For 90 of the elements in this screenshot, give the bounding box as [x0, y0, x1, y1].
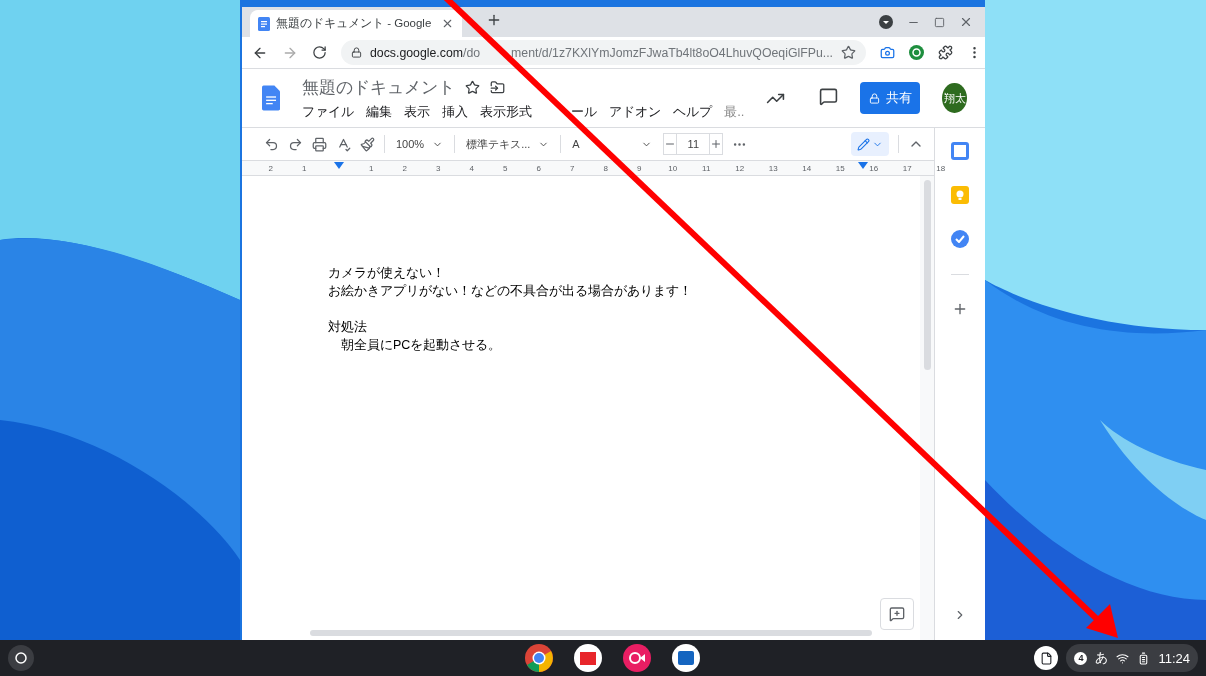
- font-dropdown[interactable]: A: [570, 138, 655, 150]
- file-icon[interactable]: [1034, 646, 1059, 670]
- explore-button[interactable]: [880, 598, 914, 630]
- add-icon[interactable]: [952, 301, 968, 317]
- new-tab-icon[interactable]: [486, 12, 502, 28]
- ruler-number: 2: [268, 163, 273, 173]
- ruler-number: 1: [369, 163, 374, 173]
- menu-item[interactable]: 編集: [366, 102, 393, 121]
- ruler-number: 7: [570, 163, 575, 173]
- ruler-number: 1: [302, 163, 307, 173]
- pencil-icon: [857, 137, 870, 151]
- ruler-number: 17: [902, 163, 912, 173]
- star-icon[interactable]: [465, 79, 481, 95]
- sparkle-icon: [889, 606, 905, 622]
- ruler-number: 18: [936, 163, 946, 173]
- url-host: docs.google.com: [370, 45, 463, 60]
- calendar-icon[interactable]: [951, 142, 969, 160]
- undo-icon[interactable]: [264, 136, 279, 152]
- close-icon[interactable]: [959, 15, 973, 29]
- clock-time: 11:24: [1158, 650, 1190, 666]
- menu-item[interactable]: 表示: [404, 102, 431, 121]
- launcher-button[interactable]: [8, 645, 34, 671]
- camera-app-icon[interactable]: [622, 643, 652, 673]
- share-button[interactable]: 共有: [860, 82, 921, 114]
- profile-icon[interactable]: [879, 15, 893, 29]
- increase-size-icon[interactable]: [710, 138, 723, 150]
- reload-icon[interactable]: [312, 45, 327, 60]
- star-icon[interactable]: [841, 45, 856, 60]
- menu-item[interactable]: ヘルプ: [673, 102, 713, 121]
- move-to-folder-icon[interactable]: [490, 79, 506, 95]
- menu-item[interactable]: 挿入: [442, 102, 469, 121]
- spellcheck-icon[interactable]: [336, 136, 351, 152]
- menu-item[interactable]: アドオン: [609, 102, 662, 121]
- app-icon[interactable]: [671, 643, 701, 673]
- docs-logo-icon[interactable]: [262, 83, 281, 113]
- ruler-number: 13: [768, 163, 778, 173]
- wifi-icon: [1116, 651, 1130, 665]
- ruler-number: 2: [402, 163, 407, 173]
- comment-icon[interactable]: [819, 86, 839, 106]
- menu-item[interactable]: ファイル: [302, 102, 355, 121]
- editing-mode-button[interactable]: [851, 132, 889, 156]
- scrollbar-thumb[interactable]: [310, 630, 872, 636]
- browser-tab[interactable]: 無題のドキュメント - Google: [250, 10, 462, 37]
- lock-icon: [351, 47, 362, 58]
- puzzle-icon[interactable]: [938, 45, 953, 60]
- zoom-dropdown[interactable]: 100%: [394, 138, 446, 150]
- style-dropdown[interactable]: 標準テキス...: [464, 136, 552, 152]
- app-icon[interactable]: [573, 643, 603, 673]
- screenshot-icon[interactable]: [880, 45, 895, 60]
- document-title[interactable]: 無題のドキュメント: [302, 75, 456, 99]
- account-avatar[interactable]: 翔太: [942, 83, 967, 113]
- ruler-number: 3: [436, 163, 441, 173]
- ime-indicator: あ: [1095, 649, 1109, 667]
- indent-marker-icon[interactable]: [858, 162, 868, 169]
- ruler-number: 12: [735, 163, 745, 173]
- notification-count: 4: [1074, 651, 1088, 665]
- ruler-number: 15: [835, 163, 845, 173]
- print-icon[interactable]: [312, 136, 327, 152]
- redo-icon[interactable]: [288, 136, 303, 152]
- ruler-number: 6: [536, 163, 541, 173]
- maximize-icon[interactable]: [934, 16, 945, 28]
- ruler-number: 8: [603, 163, 608, 173]
- ruler-number: 4: [469, 163, 474, 173]
- address-bar[interactable]: docs.google.com/do ment/d/1z7KXlYmJomzFJwaTb4lt8oO4LhuvQOeqiGlFPu...: [341, 40, 866, 65]
- indent-marker-icon[interactable]: [334, 162, 344, 169]
- scrollbar-thumb[interactable]: [923, 180, 931, 370]
- lock-icon: [868, 92, 880, 104]
- ruler-number: 9: [637, 163, 642, 173]
- menu-item[interactable]: 表示形式: [480, 102, 533, 121]
- ruler-number: 5: [503, 163, 508, 173]
- close-tab-icon[interactable]: [441, 17, 454, 30]
- ruler-number: 10: [668, 163, 678, 173]
- document-text: お絵かきアプリがない！などの不具合が出る場合があります！: [328, 283, 693, 300]
- menu-item[interactable]: ール: [571, 102, 598, 121]
- chrome-icon[interactable]: [524, 643, 554, 673]
- url-path: /do: [462, 45, 481, 60]
- document-text: カメラが使えない！: [328, 265, 446, 282]
- document-text: 対処法: [328, 319, 368, 336]
- extension-icon[interactable]: [909, 45, 924, 60]
- url-path: ment/d/1z7KXlYmJomzFJwaTb4lt8oO4LhuvQOeqiGlFPu...: [511, 45, 833, 60]
- document-icon: [258, 16, 270, 31]
- paint-format-icon[interactable]: [360, 136, 375, 152]
- menu-item[interactable]: 最..: [724, 102, 745, 121]
- ruler-number: 11: [702, 163, 711, 173]
- circle-icon: [15, 652, 27, 664]
- ruler-number: 16: [869, 163, 879, 173]
- document-text: 朝全員にPCを起動させる。: [340, 337, 503, 354]
- status-tray[interactable]: 4 あ 11:24: [1066, 644, 1198, 672]
- checkmark-icon[interactable]: [951, 230, 969, 248]
- ruler-number: 14: [802, 163, 812, 173]
